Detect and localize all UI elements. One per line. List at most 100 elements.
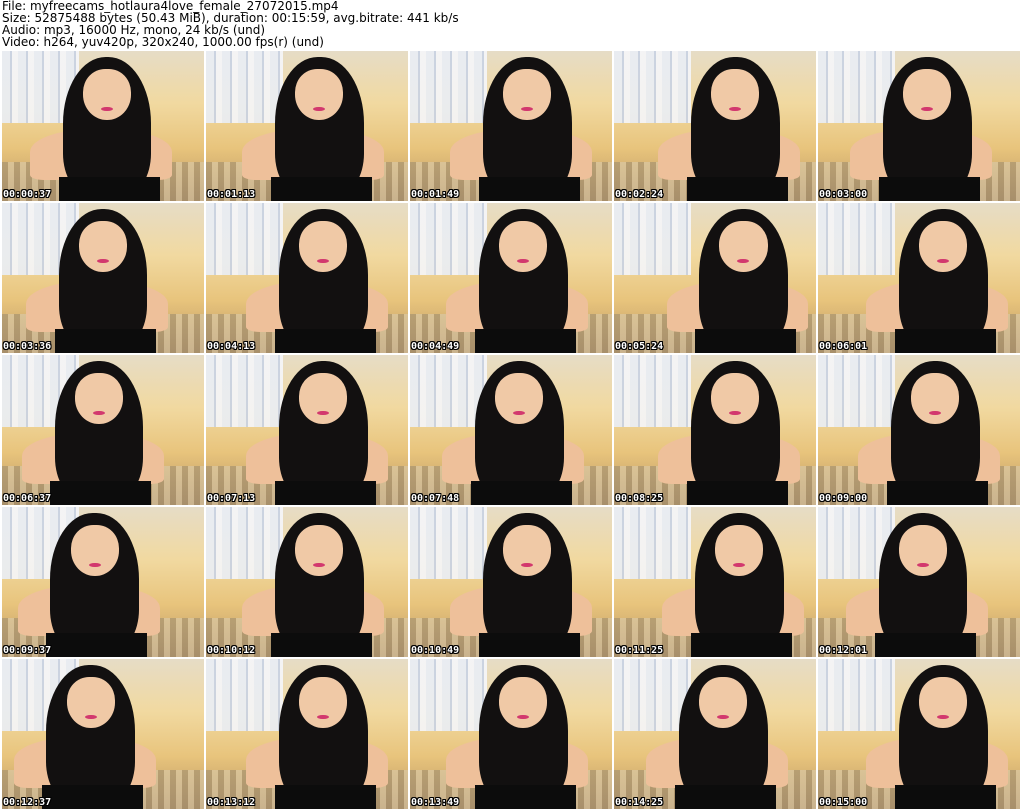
person-face — [715, 525, 764, 576]
video-thumbnail[interactable]: 00:07:13 — [206, 355, 408, 505]
person-lips — [737, 258, 750, 263]
person-lips — [517, 714, 530, 719]
curtain-background — [410, 507, 487, 579]
black-top — [274, 329, 376, 353]
curtain-background — [614, 507, 691, 579]
video-thumbnail[interactable]: 00:00:37 — [2, 51, 204, 201]
person-face — [698, 677, 748, 728]
black-top — [46, 633, 148, 657]
person-lips — [317, 258, 330, 263]
timestamp-label: 00:00:37 — [3, 189, 52, 200]
person-face — [919, 221, 968, 272]
person-lips — [929, 410, 942, 415]
timestamp-label: 00:10:49 — [411, 645, 460, 656]
curtain-background — [818, 355, 895, 427]
person-face — [898, 525, 948, 576]
video-thumbnail[interactable]: 00:08:25 — [614, 355, 816, 505]
person-face — [66, 677, 116, 728]
person-face — [498, 221, 548, 272]
black-top — [270, 177, 372, 201]
curtain-background — [614, 51, 691, 123]
video-thumbnail[interactable]: 00:04:13 — [206, 203, 408, 353]
video-thumbnail[interactable]: 00:01:13 — [206, 51, 408, 201]
curtain-background — [614, 203, 691, 275]
curtain-background — [614, 355, 691, 427]
video-thumbnail[interactable]: 00:12:01 — [818, 507, 1020, 657]
timestamp-label: 00:04:13 — [207, 341, 256, 352]
person-lips — [513, 410, 526, 415]
black-top — [470, 481, 572, 505]
person-face — [919, 677, 968, 728]
black-top — [270, 633, 372, 657]
video-thumbnail[interactable]: 00:10:12 — [206, 507, 408, 657]
thumbnail-grid: 00:00:37 00:01:13 00:01:49 00:02:24 00:03:00… — [2, 51, 1020, 809]
black-top — [478, 633, 580, 657]
person-lips — [733, 562, 746, 567]
video-thumbnail[interactable]: 00:06:37 — [2, 355, 204, 505]
timestamp-label: 00:10:12 — [207, 645, 256, 656]
person-lips — [729, 106, 742, 111]
video-thumbnail[interactable]: 00:05:24 — [614, 203, 816, 353]
video-thumbnail[interactable]: 00:02:24 — [614, 51, 816, 201]
person-lips — [88, 562, 101, 567]
person-face — [298, 677, 348, 728]
curtain-background — [410, 203, 487, 275]
video-thumbnail[interactable]: 00:13:12 — [206, 659, 408, 809]
person-face — [502, 69, 552, 120]
timestamp-label: 00:04:49 — [411, 341, 460, 352]
person-face — [710, 373, 760, 424]
curtain-background — [206, 203, 283, 275]
timestamp-label: 00:07:13 — [207, 493, 256, 504]
person-face — [498, 677, 548, 728]
person-lips — [317, 714, 330, 719]
video-thumbnail[interactable]: 00:01:49 — [410, 51, 612, 201]
black-top — [674, 785, 776, 809]
black-top — [894, 785, 996, 809]
timestamp-label: 00:03:00 — [819, 189, 868, 200]
video-thumbnail[interactable]: 00:10:49 — [410, 507, 612, 657]
video-thumbnail[interactable]: 00:03:00 — [818, 51, 1020, 201]
video-thumbnail[interactable]: 00:13:49 — [410, 659, 612, 809]
video-thumbnail[interactable]: 00:12:37 — [2, 659, 204, 809]
black-top — [478, 177, 580, 201]
timestamp-label: 00:14:25 — [615, 797, 664, 808]
video-thumbnail[interactable]: 00:03:36 — [2, 203, 204, 353]
video-thumbnail[interactable]: 00:09:00 — [818, 355, 1020, 505]
person-lips — [100, 106, 114, 111]
person-face — [719, 221, 768, 272]
timestamp-label: 00:02:24 — [615, 189, 664, 200]
person-lips — [916, 562, 930, 567]
curtain-background — [206, 659, 283, 731]
person-face — [70, 525, 120, 576]
video-thumbnail[interactable]: 00:11:25 — [614, 507, 816, 657]
video-thumbnail[interactable]: 00:15:00 — [818, 659, 1020, 809]
timestamp-label: 00:13:49 — [411, 797, 460, 808]
timestamp-label: 00:06:37 — [3, 493, 52, 504]
timestamp-label: 00:06:01 — [819, 341, 868, 352]
black-top — [874, 633, 976, 657]
timestamp-label: 00:12:01 — [819, 645, 868, 656]
video-thumbnail[interactable]: 00:06:01 — [818, 203, 1020, 353]
black-top — [878, 177, 980, 201]
video-thumbnail[interactable]: 00:09:37 — [2, 507, 204, 657]
person-lips — [921, 106, 934, 111]
timestamp-label: 00:11:25 — [615, 645, 664, 656]
black-top — [474, 329, 576, 353]
curtain-background — [818, 659, 895, 731]
person-face — [294, 525, 344, 576]
person-lips — [313, 106, 326, 111]
person-lips — [517, 258, 530, 263]
curtain-background — [206, 355, 283, 427]
person-lips — [521, 562, 534, 567]
curtain-background — [818, 203, 895, 275]
timestamp-label: 00:01:49 — [411, 189, 460, 200]
timestamp-label: 00:05:24 — [615, 341, 664, 352]
video-thumbnail[interactable]: 00:14:25 — [614, 659, 816, 809]
video-thumbnail[interactable]: 00:04:49 — [410, 203, 612, 353]
person-lips — [729, 410, 742, 415]
timestamp-label: 00:12:37 — [3, 797, 52, 808]
video-thumbnail[interactable]: 00:07:48 — [410, 355, 612, 505]
curtain-background — [206, 51, 283, 123]
person-face — [910, 373, 960, 424]
black-top — [50, 481, 152, 505]
